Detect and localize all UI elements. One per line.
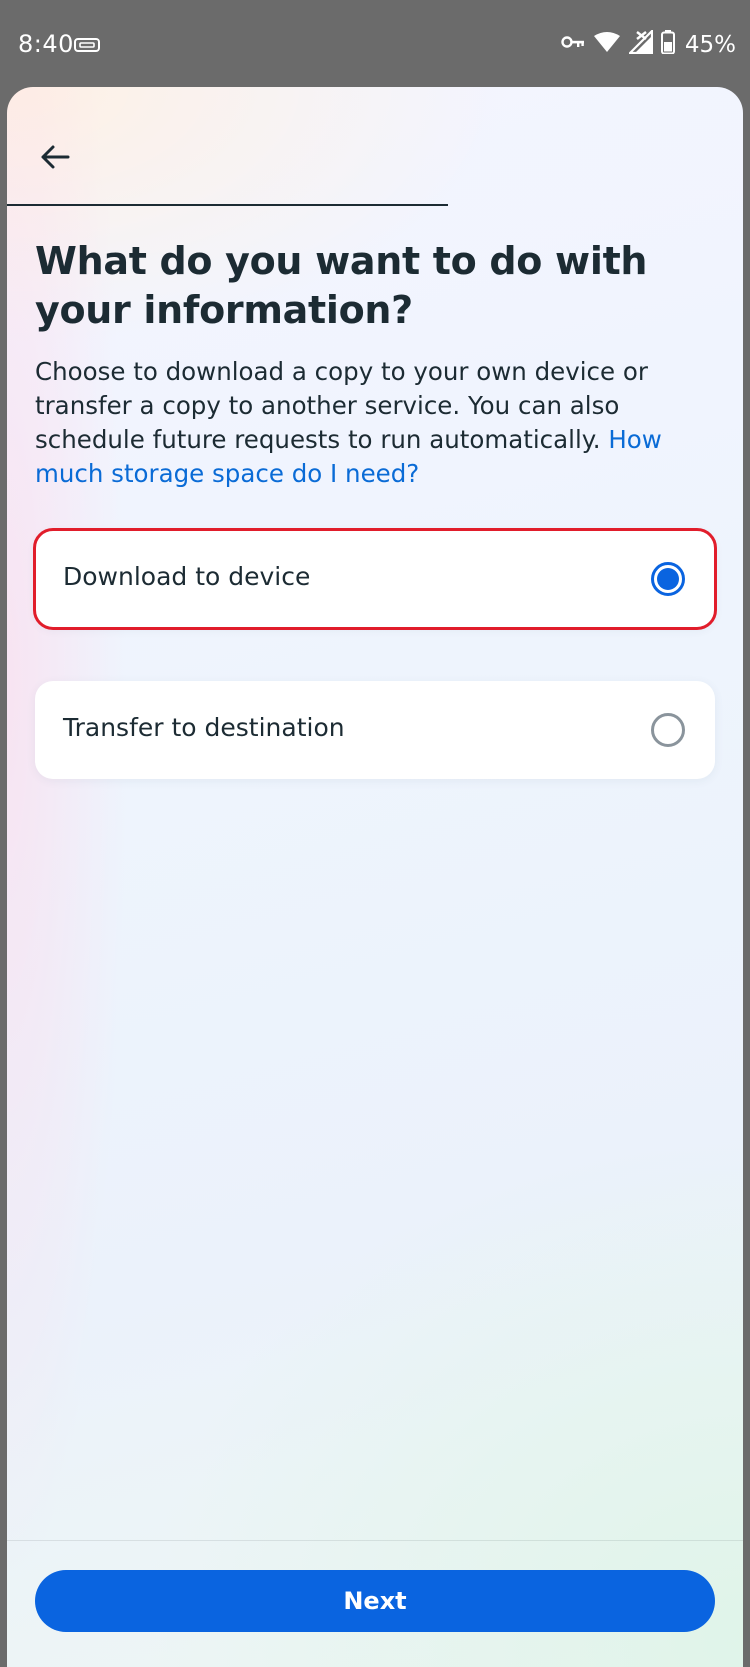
status-time: 8:40	[18, 30, 74, 58]
battery-icon	[660, 30, 675, 59]
option-transfer-to-destination[interactable]: Transfer to destination	[35, 681, 715, 779]
description-text: Choose to download a copy to your own de…	[35, 357, 648, 454]
back-button[interactable]	[29, 133, 81, 185]
page-title: What do you want to do with your informa…	[35, 239, 648, 332]
progress-indicator	[7, 204, 448, 206]
battery-percentage: 45%	[684, 31, 736, 58]
option-download-to-device[interactable]: Download to device	[33, 528, 717, 630]
option-label: Download to device	[63, 562, 311, 591]
description: Choose to download a copy to your own de…	[35, 355, 695, 491]
footer-divider	[7, 1540, 743, 1541]
radio-unselected-icon[interactable]	[651, 713, 685, 747]
arrow-left-icon	[40, 144, 70, 175]
vpn-icon	[74, 38, 100, 57]
option-label: Transfer to destination	[63, 713, 345, 742]
bottom-sheet: What do you want to do with your informa…	[7, 87, 743, 1667]
radio-selected-icon[interactable]	[651, 562, 685, 596]
cellular-icon	[627, 28, 653, 59]
wifi-icon	[593, 31, 621, 58]
status-bar: 8:40 45%	[0, 0, 750, 88]
next-button[interactable]: Next	[35, 1570, 715, 1632]
status-icons: 45%	[561, 28, 736, 59]
key-icon	[561, 35, 585, 54]
